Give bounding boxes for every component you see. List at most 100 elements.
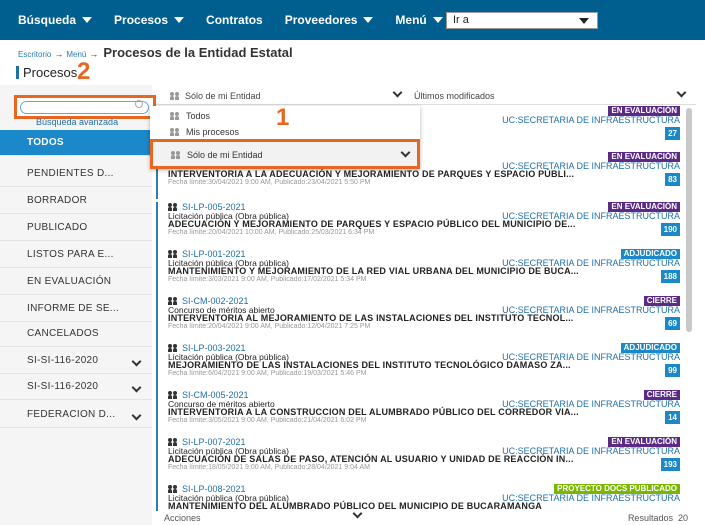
selected-option-label: Sólo de mi Entidad xyxy=(171,150,263,160)
status-badge: EN EVALUACIÓN xyxy=(608,437,680,447)
nav-label: CANCELADOS xyxy=(27,328,99,339)
status-badge: EN EVALUACIÓN xyxy=(608,152,680,162)
results-label: Resultados xyxy=(627,513,673,523)
users-icon xyxy=(168,297,178,305)
nav-folder-1[interactable]: SI-SI-116-2020 xyxy=(0,348,152,374)
menu-contratos-label: Contratos xyxy=(206,13,263,27)
process-row[interactable]: SI-LP-005-2021 Licitación pública (Obra p… xyxy=(156,202,684,249)
annotation-number-2: 2 xyxy=(77,58,91,85)
users-icon xyxy=(168,485,178,493)
caret-down-icon xyxy=(432,17,443,23)
option-label: Todos xyxy=(186,111,211,121)
nav-label: PENDIENTES D... xyxy=(27,168,114,179)
nav-en-evaluacion[interactable]: EN EVALUACIÓN xyxy=(0,269,152,295)
chevron-down-icon[interactable] xyxy=(131,382,142,393)
nav-label: SI-SI-116-2020 xyxy=(27,355,99,366)
process-row[interactable]: SI-LP-007-2021 Licitación pública (Obra p… xyxy=(156,437,684,484)
search-input[interactable] xyxy=(20,101,149,114)
count-badge: 27 xyxy=(665,127,680,140)
status-badge: CIERRE xyxy=(643,296,680,306)
selected-label: Sólo de mi Entidad xyxy=(187,150,263,160)
process-row[interactable]: SI-LP-008-2021 Licitación pública (Obra p… xyxy=(156,484,684,511)
nav-todos[interactable]: TODOS xyxy=(0,130,152,156)
filter-bar: Sólo de mi Entidad Últimos modificados xyxy=(156,87,696,105)
advanced-search-link[interactable]: Búsqueda avanzada xyxy=(36,117,118,127)
process-row[interactable]: SI-LP-003-2021 Licitación pública (Obra p… xyxy=(156,343,684,390)
chevron-down-icon[interactable] xyxy=(131,410,142,421)
process-dates: Fecha límite:3/05/2021 9:00 AM, Publicad… xyxy=(168,417,367,424)
nav-publicado[interactable]: PUBLICADO xyxy=(0,215,152,241)
status-badge: EN EVALUACIÓN xyxy=(608,202,680,212)
count-badge: 99 xyxy=(665,364,680,377)
process-unit: UC:SECRETARIA DE INFRAESTRUCTURA xyxy=(502,352,680,362)
process-dates: Fecha límite:20/04/2021 10:00 AM, Public… xyxy=(168,229,375,236)
nav-borrador[interactable]: BORRADOR xyxy=(0,188,152,214)
chevron-down-icon[interactable] xyxy=(400,147,411,158)
users-icon xyxy=(168,438,178,446)
count-badge: 14 xyxy=(665,411,680,424)
menu-menu-label: Menú xyxy=(395,13,427,27)
scrollbar[interactable] xyxy=(686,108,692,332)
arrow-right-icon: → xyxy=(89,49,99,59)
chevron-down-icon[interactable] xyxy=(676,87,687,98)
menu-busqueda[interactable]: Búsqueda xyxy=(18,13,93,27)
count-badge: 83 xyxy=(665,173,680,186)
bottom-bar: Acciones Resultados 20 xyxy=(156,508,696,525)
section-title: Procesos xyxy=(16,65,77,80)
process-unit: UC:SECRETARIA DE INFRAESTRUCTURA xyxy=(502,258,680,268)
process-row[interactable]: SI-CM-002-2021 Concurso de méritos abiert… xyxy=(156,296,684,343)
process-row[interactable]: SI-LP-001-2021 Licitación pública (Obra p… xyxy=(156,249,684,296)
annotation-number-1: 1 xyxy=(276,104,290,131)
breadcrumb: Escritorio → Menú → Procesos de la Entid… xyxy=(18,45,293,60)
status-badge: EN EVALUACIÓN xyxy=(608,106,680,116)
ir-a-value: Ir a xyxy=(453,14,469,26)
search-highlight xyxy=(14,95,156,119)
users-icon xyxy=(168,344,178,352)
nav-label: TODOS xyxy=(27,137,64,148)
caret-down-icon xyxy=(82,17,93,23)
nav-folder-3[interactable]: FEDERACION D... xyxy=(0,402,152,428)
process-row[interactable]: SI-CM-005-2021 Concurso de méritos abiert… xyxy=(156,390,684,437)
users-icon xyxy=(170,112,180,120)
sort-filter[interactable]: Últimos modificados xyxy=(414,91,495,101)
arrow-right-icon: → xyxy=(54,49,64,59)
process-unit: UC:SECRETARIA DE INFRAESTRUCTURA xyxy=(502,493,680,503)
dropdown-option-mis-procesos[interactable]: Mis procesos xyxy=(170,127,239,137)
users-icon xyxy=(168,250,178,258)
dropdown-option-todos[interactable]: Todos xyxy=(170,111,210,121)
breadcrumb-escritorio[interactable]: Escritorio xyxy=(18,50,51,59)
option-label: Mis procesos xyxy=(186,127,240,137)
users-icon xyxy=(171,151,181,159)
nav-label: PUBLICADO xyxy=(27,222,88,233)
ir-a-select[interactable]: Ir a xyxy=(446,12,598,29)
entity-filter[interactable]: Sólo de mi Entidad xyxy=(170,91,261,101)
status-badge: ADJUDICADO xyxy=(620,249,680,259)
nav-folder-2[interactable]: SI-SI-116-2020 xyxy=(0,374,152,400)
user-icon xyxy=(170,128,180,136)
menu-contratos[interactable]: Contratos xyxy=(206,13,263,27)
search-icon[interactable] xyxy=(135,100,143,108)
menu-menu[interactable]: Menú xyxy=(395,13,443,27)
dropdown-selected-option[interactable]: Sólo de mi Entidad xyxy=(150,139,420,169)
results-number: 20 xyxy=(677,513,688,523)
users-icon xyxy=(168,391,178,399)
results-count: Resultados 20 xyxy=(628,513,688,523)
actions-button[interactable]: Acciones xyxy=(164,513,201,523)
status-badge: PROYECTO DOCS PUBLICADO xyxy=(554,484,680,494)
menu-proveedores[interactable]: Proveedores xyxy=(285,13,374,27)
menu-procesos[interactable]: Procesos xyxy=(114,13,185,27)
process-dates: Fecha límite:20/04/2021 9:00 AM, Publica… xyxy=(168,323,371,330)
process-dates: Fecha límite:3/03/2021 9:00 AM, Publicad… xyxy=(168,276,367,283)
nav-pendientes[interactable]: PENDIENTES D... xyxy=(0,161,152,187)
chevron-down-icon[interactable] xyxy=(131,356,142,367)
menu-procesos-label: Procesos xyxy=(114,13,169,27)
menu-busqueda-label: Búsqueda xyxy=(18,13,77,27)
nav-listos[interactable]: LISTOS PARA E... xyxy=(0,242,152,268)
process-dates: Fecha límite:6/04/2021 9:00 AM, Publicad… xyxy=(168,370,367,377)
nav-informe[interactable]: INFORME DE SE... xyxy=(0,296,152,322)
process-unit: UC:SECRETARIA DE INFRAESTRUCTURA xyxy=(502,446,680,456)
chevron-down-icon[interactable] xyxy=(392,87,403,98)
page-title: Procesos de la Entidad Estatal xyxy=(103,45,293,60)
caret-down-icon xyxy=(363,17,374,23)
nav-cancelados[interactable]: CANCELADOS xyxy=(0,321,152,347)
